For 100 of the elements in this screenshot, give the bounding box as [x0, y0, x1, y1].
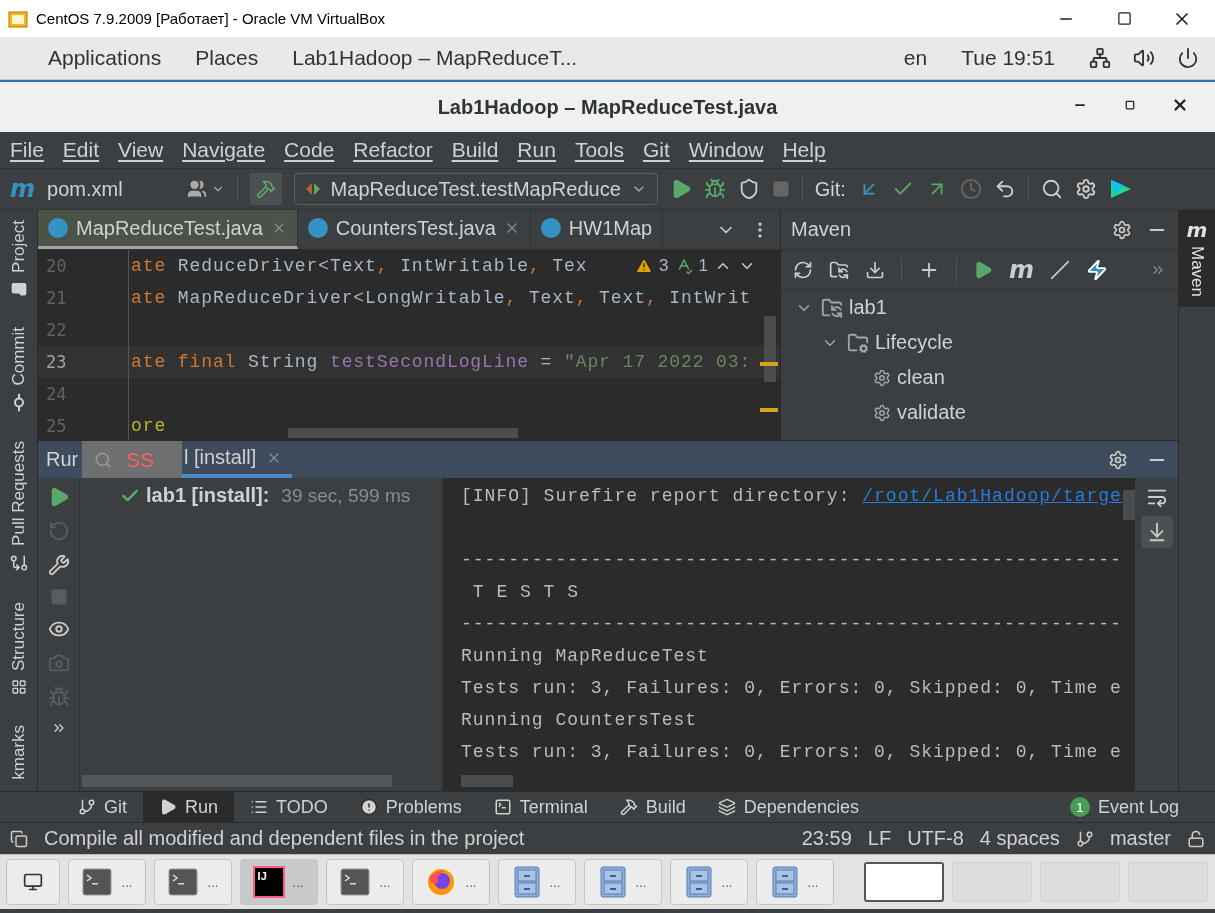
menu-item[interactable]: Code: [284, 138, 335, 162]
build-button[interactable]: [249, 173, 282, 205]
maximize-icon[interactable]: [1125, 100, 1135, 110]
people-icon[interactable]: [186, 179, 207, 199]
menu-item[interactable]: Navigate: [182, 138, 266, 162]
close-icon[interactable]: [1171, 96, 1189, 114]
tool-tab[interactable]: Run: [143, 792, 235, 822]
settings-icon[interactable]: [1108, 449, 1128, 470]
tree-item[interactable]: clean: [897, 366, 945, 389]
maven-goal-icon[interactable]: m: [1009, 257, 1034, 282]
bug-icon[interactable]: [703, 178, 726, 200]
clock[interactable]: Tue 19:51: [961, 46, 1055, 70]
show-desktop-button[interactable]: [6, 859, 60, 905]
file-cabinet-icon: [513, 866, 540, 898]
taskbar-button[interactable]: ...: [154, 859, 232, 905]
taskbar-button[interactable]: ...: [326, 859, 404, 905]
download-icon[interactable]: [865, 259, 885, 280]
hammer-icon: [619, 798, 638, 816]
search-text: SS: [126, 447, 154, 472]
tool-window-button[interactable]: Project: [8, 220, 29, 297]
scrollbar[interactable]: [82, 775, 392, 787]
search-icon[interactable]: [1040, 178, 1063, 200]
menu-item[interactable]: Refactor: [353, 138, 433, 162]
taskbar-button[interactable]: IJ ...: [240, 859, 318, 905]
project-file-name[interactable]: pom.xml: [47, 177, 123, 201]
indent-setting[interactable]: 4 spaces: [979, 827, 1060, 850]
power-icon[interactable]: [1177, 47, 1199, 69]
scrollbar[interactable]: [288, 428, 518, 438]
scrollbar[interactable]: [1123, 490, 1135, 520]
plugin-logo-icon[interactable]: [1108, 178, 1133, 200]
git-branch[interactable]: master: [1109, 827, 1171, 850]
top-bar-menu[interactable]: Places: [195, 46, 259, 70]
menu-item[interactable]: File: [10, 138, 44, 162]
network-icon[interactable]: [1089, 47, 1111, 69]
tool-window-button[interactable]: Pull Requests: [8, 441, 29, 573]
tool-tab[interactable]: Dependencies: [701, 792, 875, 822]
hammer-icon[interactable]: [255, 179, 276, 199]
menu-item[interactable]: View: [118, 138, 164, 162]
reload-icon[interactable]: [793, 259, 813, 280]
taskbar-button[interactable]: ...: [756, 859, 834, 905]
tool-tab[interactable]: Git: [62, 792, 143, 822]
maximize-icon[interactable]: [1116, 11, 1132, 26]
event-log-button[interactable]: 1 Event Log: [1069, 792, 1179, 822]
tool-window-button[interactable]: kmarks: [8, 725, 29, 781]
typo-count[interactable]: 1: [698, 256, 708, 276]
menu-item[interactable]: Build: [451, 138, 499, 162]
taskbar-button[interactable]: ...: [68, 859, 146, 905]
keyboard-layout[interactable]: en: [903, 46, 928, 70]
file-encoding[interactable]: UTF-8: [907, 827, 964, 850]
top-bar-menu[interactable]: Applications: [48, 46, 162, 70]
active-window-title[interactable]: Lab1Hadoop – MapReduceT...: [292, 46, 578, 70]
workspace-button[interactable]: [864, 862, 944, 902]
tree-item[interactable]: Lifecycle: [875, 331, 953, 354]
tree-item[interactable]: validate: [897, 401, 966, 424]
line-separator[interactable]: LF: [867, 827, 892, 850]
menu-item[interactable]: Run: [517, 138, 556, 162]
caret-position[interactable]: 23:59: [801, 827, 852, 850]
taskbar-button[interactable]: ...: [670, 859, 748, 905]
editor-tab[interactable]: MapReduceTest.java: [38, 210, 298, 249]
warning-icon[interactable]: [635, 257, 654, 275]
scrollbar[interactable]: [764, 316, 776, 382]
console-line: Tests run: 3, Failures: 0, Errors: 0, Skipped: 0, Time e: [461, 742, 1122, 762]
wrench-icon[interactable]: [47, 554, 70, 576]
menu-item[interactable]: Edit: [62, 138, 100, 162]
tool-tab[interactable]: Problems: [343, 792, 478, 822]
menu-item[interactable]: Help: [782, 138, 826, 162]
run-configuration-dropdown[interactable]: MapReduceTest.testMapReduce: [293, 173, 658, 205]
tool-window-button[interactable]: Commit: [8, 326, 29, 412]
taskbar-button[interactable]: ...: [498, 859, 576, 905]
warning-marker[interactable]: [760, 408, 778, 412]
scrollbar[interactable]: [461, 775, 513, 787]
volume-icon[interactable]: [1133, 47, 1155, 69]
skip-tests-icon[interactable]: [1050, 259, 1070, 280]
class-icon: [48, 218, 68, 238]
tool-tab[interactable]: Build: [603, 792, 702, 822]
search-icon: [94, 450, 112, 469]
warning-marker[interactable]: [760, 362, 778, 366]
gear-icon: [873, 368, 891, 387]
browser-icon: [425, 867, 456, 897]
lightning-icon[interactable]: [1086, 258, 1108, 281]
monitor-icon[interactable]: [23, 872, 43, 892]
unlock-icon[interactable]: [1187, 829, 1205, 848]
settings-icon[interactable]: [1074, 178, 1097, 200]
run-item[interactable]: lab1 [install]:: [146, 484, 270, 507]
taskbar-button[interactable]: ...: [412, 859, 490, 905]
warning-count[interactable]: 3: [659, 256, 669, 276]
run-icon[interactable]: [973, 259, 993, 280]
menu-item[interactable]: Window: [688, 138, 764, 162]
taskbar-button[interactable]: ...: [584, 859, 662, 905]
tool-window-button[interactable]: m Maven: [1179, 210, 1215, 308]
branch-icon[interactable]: [1075, 829, 1094, 848]
tool-window-button[interactable]: Structure: [8, 602, 29, 696]
menu-item[interactable]: Git: [642, 138, 670, 162]
menu-item[interactable]: Tools: [574, 138, 624, 162]
settings-icon[interactable]: [1112, 219, 1132, 240]
panel-toggle-icon[interactable]: [10, 829, 28, 848]
tree-item[interactable]: lab1: [849, 296, 887, 319]
tool-tab[interactable]: Terminal: [477, 792, 604, 822]
folder-refresh-icon[interactable]: [829, 259, 849, 280]
tool-tab[interactable]: TODO: [234, 792, 344, 822]
